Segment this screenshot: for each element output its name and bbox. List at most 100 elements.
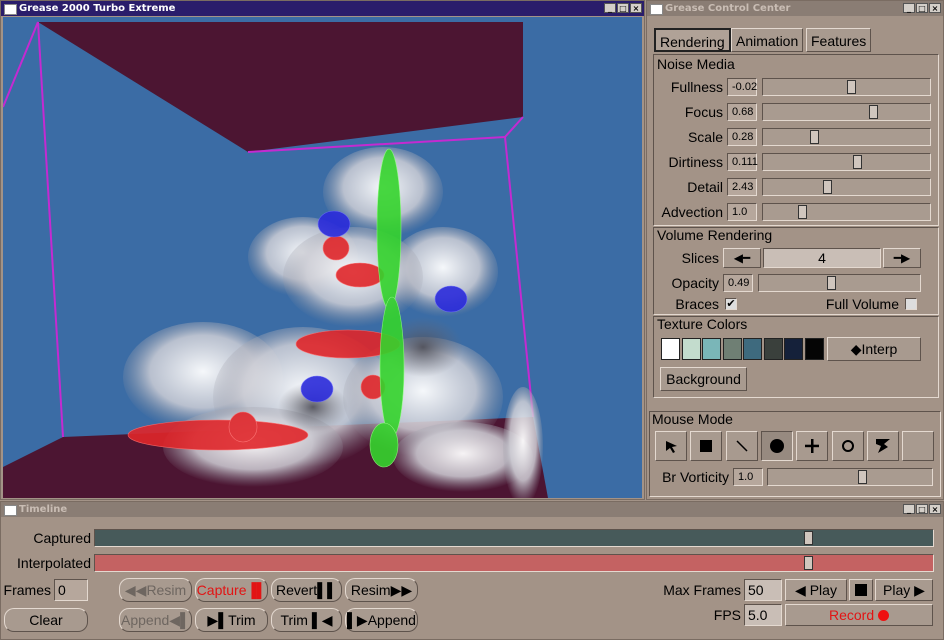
noise-focus-value[interactable]: 0.68 [727, 103, 757, 121]
append-forward-button[interactable]: ▌▶Append [345, 608, 418, 632]
interpolated-track[interactable] [94, 554, 934, 572]
background-button[interactable]: Background [660, 367, 747, 391]
viewport-titlebar[interactable]: Grease 2000 Turbo Extreme _ □ × [1, 1, 644, 16]
close-button[interactable]: × [929, 3, 941, 13]
color-swatch[interactable] [743, 338, 762, 360]
color-swatch[interactable] [804, 338, 824, 360]
noise-advection-label: Advection [661, 204, 723, 220]
resim-back-button[interactable]: ◀◀Resim [119, 578, 192, 602]
maximize-button[interactable]: □ [617, 3, 629, 13]
timeline-titlebar[interactable]: Timeline _ □ × [1, 502, 943, 517]
noise-dirtiness-slider-thumb[interactable] [853, 155, 862, 169]
record-button[interactable]: Record [785, 604, 933, 626]
captured-track[interactable] [94, 529, 934, 547]
trim-right-button[interactable]: Trim ▌◀ [271, 608, 342, 632]
play-back-button[interactable]: ◀ Play [785, 579, 847, 601]
close-button[interactable]: × [929, 504, 941, 514]
interp-button[interactable]: ◆Interp [827, 337, 921, 361]
diamond-icon: ◆ [850, 341, 862, 357]
br-vorticity-slider-thumb[interactable] [858, 470, 867, 484]
close-button[interactable]: × [630, 3, 642, 13]
interpolated-marker[interactable] [804, 556, 813, 570]
tab-features[interactable]: Features [806, 28, 872, 52]
full-volume-checkbox[interactable] [905, 298, 917, 310]
control-titlebar[interactable]: Grease Control Center _ □ × [647, 1, 943, 16]
mouse-tool-line-button[interactable] [725, 431, 758, 461]
mouse-mode-heading: Mouse Mode [652, 411, 733, 427]
minimize-button[interactable]: _ [604, 3, 616, 13]
resim-forward-label: Resim [350, 582, 391, 598]
revert-button[interactable]: Revert▌▌ [271, 578, 342, 602]
color-swatch[interactable] [763, 338, 783, 360]
maximize-button[interactable]: □ [916, 504, 928, 514]
resim-forward-button[interactable]: Resim▶▶ [345, 578, 418, 602]
noise-advection-slider[interactable] [762, 203, 931, 221]
noise-advection-value[interactable]: 1.0 [727, 203, 757, 221]
color-swatch[interactable] [702, 338, 721, 360]
append-forward-label: Append [367, 612, 416, 628]
mouse-tool-pointer-button[interactable] [655, 431, 687, 461]
noise-dirtiness-value[interactable]: 0.111 [727, 153, 758, 171]
br-vorticity-label: Br Vorticity [662, 469, 729, 485]
noise-fullness-slider-thumb[interactable] [847, 80, 856, 94]
trim-left-button[interactable]: ▶▌Trim [195, 608, 268, 632]
captured-marker[interactable] [804, 531, 813, 545]
noise-advection-slider-thumb[interactable] [798, 205, 807, 219]
simulation-viewport[interactable] [3, 17, 642, 498]
br-vorticity-slider[interactable] [767, 468, 933, 486]
noise-detail-label: Detail [687, 179, 723, 195]
record-label: Record [828, 607, 875, 623]
maximize-button[interactable]: □ [916, 3, 928, 13]
frames-input[interactable]: 0 [54, 579, 88, 601]
append-back-icon: ◀▌ [169, 612, 190, 628]
capture-button[interactable]: Capture▐▌ [195, 578, 268, 602]
tab-rendering[interactable]: Rendering [654, 28, 731, 52]
minimize-button[interactable]: _ [903, 504, 915, 514]
noise-scale-value[interactable]: 0.28 [727, 128, 757, 146]
noise-fullness-slider[interactable] [762, 78, 931, 96]
slices-decrement-button[interactable]: ◀━ [723, 248, 761, 268]
slices-value[interactable]: 4 [763, 248, 881, 268]
fps-label: FPS [713, 607, 741, 623]
noise-scale-slider[interactable] [762, 128, 931, 146]
opacity-slider[interactable] [758, 274, 921, 292]
noise-focus-slider[interactable] [762, 103, 931, 121]
max-frames-input[interactable]: 50 [744, 579, 782, 601]
control-title: Grease Control Center [665, 3, 791, 14]
mouse-tool-blank-button[interactable] [902, 431, 935, 461]
opacity-slider-thumb[interactable] [827, 276, 836, 290]
noise-fullness-value[interactable]: -0.02 [727, 78, 757, 96]
noise-detail-slider[interactable] [762, 178, 931, 196]
timeline-window: Timeline _ □ × Captured Interpolated Fra… [0, 501, 944, 640]
noise-dirtiness-slider[interactable] [762, 153, 931, 171]
opacity-value[interactable]: 0.49 [723, 274, 753, 292]
clear-button[interactable]: Clear [4, 608, 88, 632]
mouse-tool-ring-button[interactable] [831, 431, 864, 461]
color-swatch[interactable] [722, 338, 742, 360]
mouse-tool-vortex-button[interactable] [866, 431, 899, 461]
trim-right-icon: ▌◀ [307, 612, 333, 628]
mouse-tool-square-button[interactable] [690, 431, 723, 461]
app-icon [650, 4, 663, 15]
stop-button[interactable] [849, 579, 873, 601]
slices-increment-button[interactable]: ━▶ [883, 248, 921, 268]
noise-detail-value[interactable]: 2.43 [727, 178, 757, 196]
mouse-tool-plus-button[interactable] [796, 431, 829, 461]
color-swatch[interactable] [661, 338, 680, 360]
br-vorticity-value[interactable]: 1.0 [733, 468, 763, 486]
color-swatch[interactable] [784, 338, 803, 360]
noise-focus-slider-thumb[interactable] [869, 105, 878, 119]
play-forward-button[interactable]: Play ▶ [875, 579, 933, 601]
noise-detail-slider-thumb[interactable] [823, 180, 832, 194]
app-icon [4, 505, 17, 516]
tab-animation[interactable]: Animation [731, 28, 804, 52]
noise-scale-slider-thumb[interactable] [810, 130, 819, 144]
minimize-button[interactable]: _ [903, 3, 915, 13]
color-swatch[interactable] [681, 338, 701, 360]
pointer-icon [664, 439, 678, 453]
append-back-button[interactable]: Append◀▌ [119, 608, 192, 632]
mouse-tool-circle-button[interactable] [760, 431, 793, 461]
fps-input[interactable]: 5.0 [744, 604, 782, 626]
app-icon [4, 4, 17, 15]
braces-checkbox[interactable]: ✔ [725, 298, 737, 310]
